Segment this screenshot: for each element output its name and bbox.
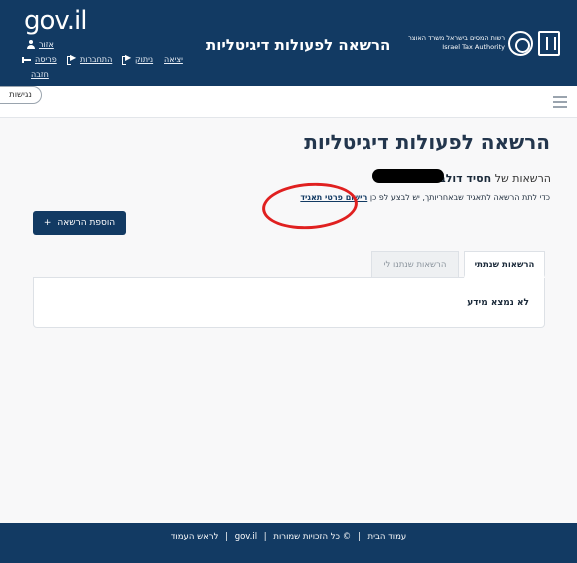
personal-area-link[interactable]: אזור (26, 40, 54, 49)
split-icon (22, 55, 32, 64)
permissions-panel: לא נמצא מידע (33, 277, 545, 328)
logout-icon (122, 53, 132, 65)
footer-separator: | (357, 532, 361, 542)
disconnect-link[interactable]: ניתוק (122, 53, 154, 65)
connections-label: התחברות (80, 55, 113, 64)
description-prefix: כדי לתת הרשאה לתאגיד שבאחריותך, יש לבצע … (378, 193, 550, 202)
footer-top-link[interactable]: לראש העמוד (171, 532, 219, 542)
tax-authority-name-he: רשות המסים בישראל משרד האוצר (408, 34, 505, 42)
login-icon (67, 53, 77, 65)
connections-link[interactable]: התחברות (67, 53, 113, 65)
permissions-of: הרשאות של חסיד דולב (439, 172, 551, 185)
user-name: חסיד דולב (439, 172, 492, 185)
footer-home-link[interactable]: עמוד הבית (368, 532, 407, 542)
crossing-link[interactable]: פריסה (22, 55, 57, 64)
footer-separator: | (225, 532, 228, 542)
footer-gov-logo[interactable]: gov.il (235, 532, 257, 542)
accessibility-button[interactable]: נגישות (0, 86, 42, 104)
menu-icon[interactable] (553, 96, 567, 108)
exit-link[interactable]: יציאה (164, 55, 183, 64)
sub-navigation-bar (0, 86, 577, 118)
footer-links: עמוד הבית | © כל הזכויות שמורות | gov.il… (0, 532, 577, 542)
description-mid: כן (369, 193, 377, 202)
gov-il-logo[interactable]: gov.il (24, 6, 87, 36)
tab-permissions-given[interactable]: הרשאות שנתתי (464, 251, 545, 278)
crossing-label: פריסה (35, 55, 57, 64)
add-permission-label: הוספת הרשאה (57, 218, 116, 228)
state-emblem-icon (538, 31, 560, 56)
exit-label: יציאה (164, 55, 183, 64)
tax-authority-name: רשות המסים בישראל משרד האוצר Israel Tax … (395, 34, 505, 52)
tax-authority-name-en: Israel Tax Authority (442, 43, 505, 51)
disconnect-label: ניתוק (135, 55, 154, 64)
return-label: חזבה (31, 70, 49, 79)
empty-state-message: לא נמצא מידע (467, 298, 529, 308)
personal-area-label: אזור (39, 40, 54, 49)
redaction-mark (372, 169, 444, 183)
header-title: הרשאה לפעולות דיגיטליות (206, 36, 391, 54)
tab-permissions-received[interactable]: הרשאות שנתנו לי (371, 251, 459, 278)
page-title: הרשאה לפעולות דיגיטליות (304, 130, 550, 154)
top-header: gov.il אזור פריסה התחברות ניתוק יציאה חז… (0, 0, 577, 86)
add-permission-button[interactable]: הוספת הרשאה + (33, 211, 126, 235)
plus-icon: + (43, 218, 52, 228)
footer: עמוד הבית | © כל הזכויות שמורות | gov.il… (0, 523, 577, 563)
return-link[interactable]: חזבה (31, 70, 49, 79)
footer-rights-link[interactable]: © כל הזכויות שמורות (273, 532, 351, 542)
footer-separator: | (263, 532, 267, 542)
permissions-of-label: הרשאות של (494, 172, 551, 185)
person-icon (26, 40, 36, 49)
tax-authority-emblem-icon[interactable] (508, 31, 533, 56)
